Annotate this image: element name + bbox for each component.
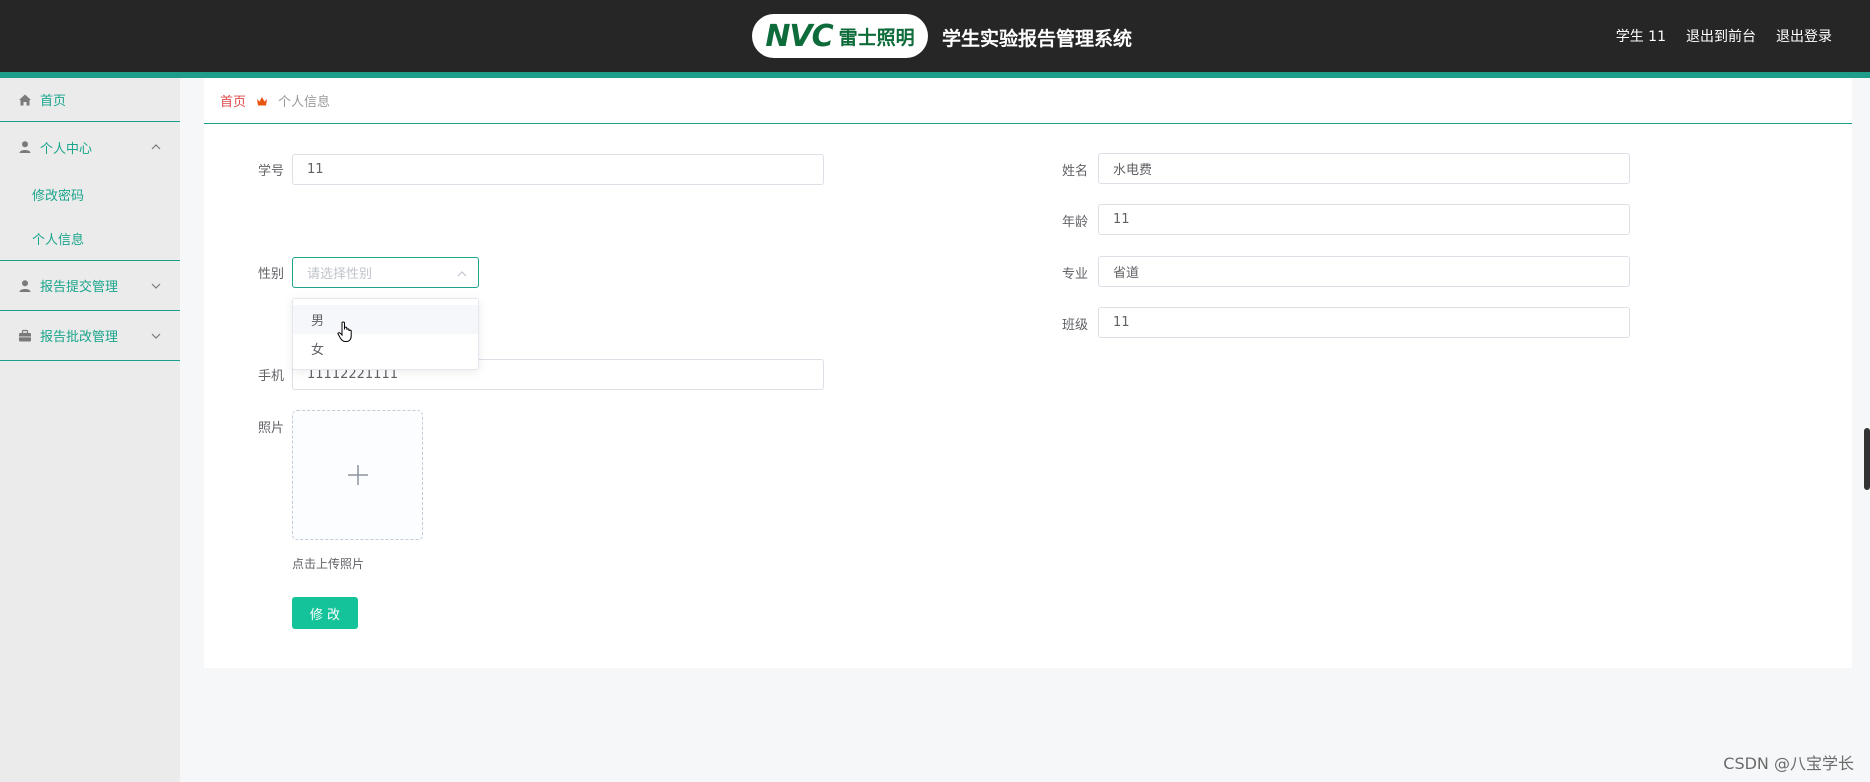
- user-menu: 学生 11 退出到前台 退出登录: [1616, 26, 1832, 46]
- briefcase-icon: [18, 329, 32, 343]
- gender-label: 性别: [258, 267, 285, 282]
- submit-button[interactable]: 修 改: [292, 597, 358, 629]
- sidebar-item-report-review[interactable]: 报告批改管理: [0, 311, 180, 361]
- app-title: 学生实验报告管理系统: [942, 28, 1133, 50]
- top-bar: NVC 雷士照明 学生实验报告管理系统 学生 11 退出到前台 退出登录: [0, 0, 1870, 72]
- name-label: 姓名: [1062, 164, 1089, 179]
- breadcrumb-current: 个人信息: [278, 95, 331, 110]
- class-label: 班级: [1062, 318, 1089, 333]
- class-input[interactable]: 11: [1098, 307, 1630, 338]
- major-input[interactable]: 省道: [1098, 256, 1630, 287]
- sidebar-item-label: 首页: [40, 94, 67, 109]
- chevron-down-icon: [151, 333, 161, 339]
- chevron-up-icon: [457, 271, 467, 277]
- upload-tip: 点击上传照片: [292, 557, 365, 571]
- sidebar-item-personal-center[interactable]: 个人中心: [0, 122, 180, 172]
- logout-link[interactable]: 退出登录: [1776, 26, 1832, 46]
- gender-option-female[interactable]: 女: [293, 334, 478, 363]
- watermark: CSDN @八宝学长: [1723, 754, 1854, 773]
- sidebar: 首页 个人中心 修改密码 个人信息 报告提交管理 报告批改管理: [0, 78, 180, 782]
- breadcrumb: 首页 个人信息: [204, 78, 1852, 124]
- back-to-front-link[interactable]: 退出到前台: [1686, 26, 1756, 46]
- scrollbar-thumb[interactable]: [1864, 428, 1870, 490]
- home-icon: [18, 93, 32, 107]
- gender-select[interactable]: 请选择性别: [292, 257, 479, 288]
- sidebar-item-label: 报告批改管理: [40, 330, 119, 345]
- phone-label: 手机: [258, 369, 285, 384]
- age-input[interactable]: 11: [1098, 204, 1630, 235]
- gender-dropdown: 男 女: [292, 298, 479, 370]
- sidebar-item-personal-info[interactable]: 个人信息: [0, 216, 180, 260]
- sidebar-item-label: 个人中心: [40, 141, 93, 157]
- photo-uploader[interactable]: [292, 410, 423, 540]
- plus-icon: [347, 465, 368, 485]
- photo-label: 照片: [258, 421, 285, 436]
- sidebar-group-personal-center: 个人中心 修改密码 个人信息: [0, 122, 180, 261]
- sidebar-item-label: 报告提交管理: [40, 280, 119, 295]
- gender-placeholder: 请选择性别: [307, 267, 373, 282]
- name-input[interactable]: 水电费: [1098, 153, 1630, 184]
- logo-brand: 雷士照明: [838, 26, 915, 49]
- user-icon: [18, 140, 32, 154]
- sidebar-item-change-password[interactable]: 修改密码: [0, 172, 180, 216]
- hand-cursor-icon: [337, 321, 352, 342]
- student-no-label: 学号: [258, 164, 285, 179]
- logo-mark: NVC: [765, 18, 833, 54]
- chevron-down-icon: [151, 283, 161, 289]
- student-no-input[interactable]: 11: [292, 154, 824, 185]
- logo: NVC 雷士照明: [752, 14, 928, 58]
- age-label: 年龄: [1062, 215, 1089, 230]
- user-label: 学生 11: [1615, 29, 1666, 45]
- main-panel: 首页 个人信息 学号 11 性别 请选择性别 手机 11112221111 照片…: [204, 78, 1852, 668]
- crown-icon: [256, 95, 268, 107]
- breadcrumb-home-link[interactable]: 首页: [220, 91, 246, 110]
- chevron-up-icon: [151, 144, 161, 150]
- major-label: 专业: [1062, 267, 1089, 282]
- gender-option-male[interactable]: 男: [293, 305, 478, 334]
- sidebar-item-report-submit[interactable]: 报告提交管理: [0, 261, 180, 311]
- sidebar-item-home[interactable]: 首页: [0, 78, 180, 122]
- user-icon: [18, 279, 32, 293]
